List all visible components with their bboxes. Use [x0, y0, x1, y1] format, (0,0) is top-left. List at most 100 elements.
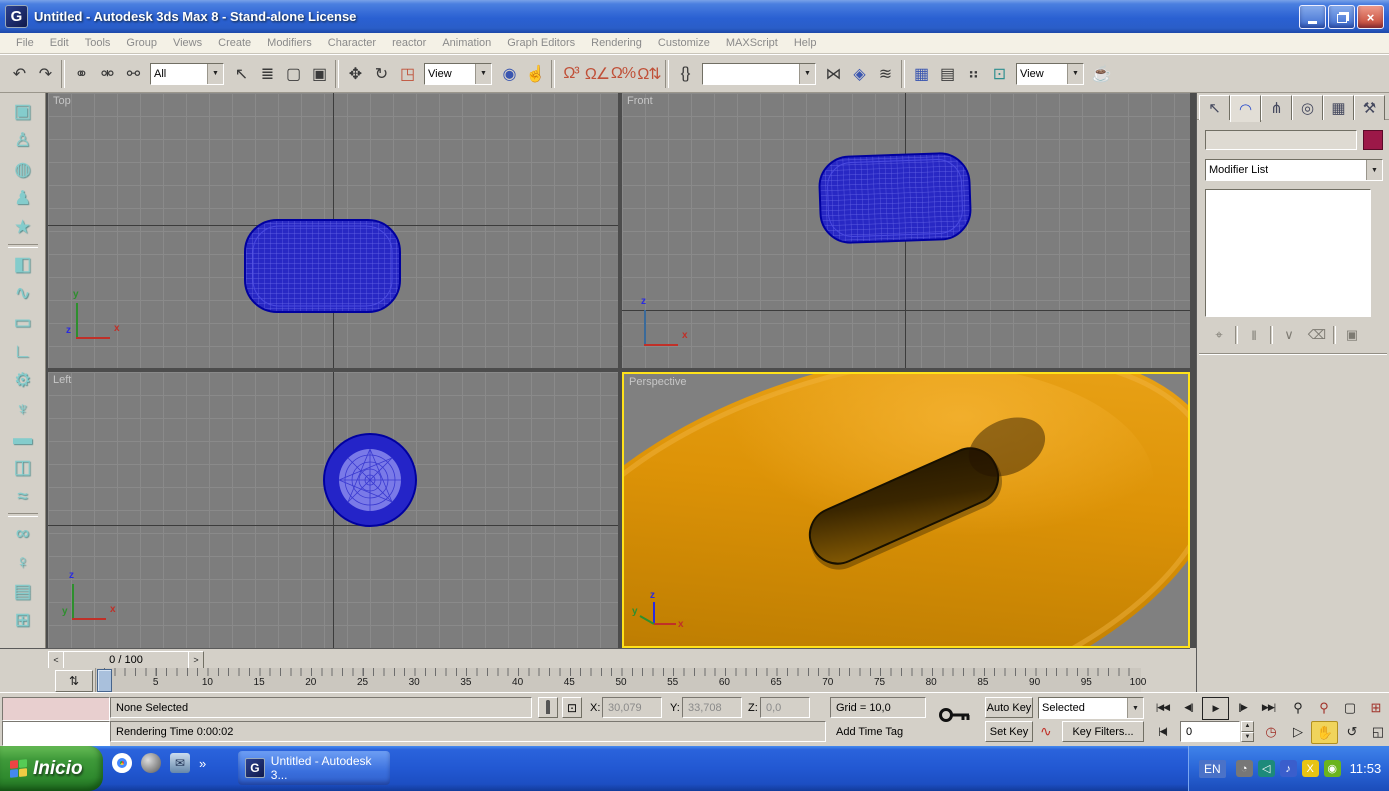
- quick-launch-more-chevron[interactable]: »: [199, 756, 206, 771]
- object-name-field[interactable]: [1205, 130, 1357, 150]
- frame-spinner[interactable]: ▲ ▼: [1241, 721, 1254, 742]
- reactor-ragdoll-icon[interactable]: ♀: [6, 548, 40, 577]
- spinner-snap-toggle-icon[interactable]: Ω⇅: [636, 59, 662, 89]
- menu-maxscript[interactable]: MAXScript: [718, 35, 786, 51]
- play-animation-icon[interactable]: ▶: [1202, 697, 1229, 720]
- mini-curve-editor-button[interactable]: ⇅: [55, 670, 93, 692]
- reactor-spring-icon[interactable]: ∿: [6, 279, 40, 308]
- selection-filter-combo[interactable]: All ▼: [150, 62, 224, 85]
- menu-character[interactable]: Character: [320, 35, 384, 51]
- reactor-wall-icon[interactable]: ▤: [6, 577, 40, 606]
- reactor-cloth-collection-icon[interactable]: ♙: [6, 126, 40, 155]
- zoom-extents-all-icon[interactable]: ⊞: [1363, 697, 1388, 718]
- reactor-water-icon[interactable]: ≈: [6, 482, 40, 511]
- modifier-list-arrow-icon[interactable]: ▼: [1366, 160, 1382, 180]
- angle-snap-toggle-icon[interactable]: Ω∠: [584, 59, 610, 89]
- x-coord-field[interactable]: 30,079: [602, 697, 662, 718]
- tab-create[interactable]: ↖: [1199, 95, 1230, 120]
- redo-icon[interactable]: ↷: [32, 59, 58, 89]
- next-frame-icon[interactable]: ||▶: [1230, 697, 1255, 718]
- pan-view-icon[interactable]: ✋: [1311, 721, 1338, 744]
- menu-modifiers[interactable]: Modifiers: [259, 35, 320, 51]
- viewport-left[interactable]: Left z y x: [48, 372, 618, 648]
- go-to-start-icon[interactable]: |◀◀: [1150, 697, 1175, 718]
- mirror-icon[interactable]: ⋈: [820, 59, 846, 89]
- material-editor-icon[interactable]: ⠶: [960, 59, 986, 89]
- select-by-name-icon[interactable]: ≣: [254, 59, 280, 89]
- key-set-combo[interactable]: Selected ▼: [1038, 697, 1144, 719]
- percent-snap-toggle-icon[interactable]: Ω%: [610, 59, 636, 89]
- schematic-view-icon[interactable]: ▤: [934, 59, 960, 89]
- tray-xgi-icon[interactable]: X: [1301, 760, 1319, 777]
- align-icon[interactable]: ◈: [846, 59, 872, 89]
- window-crossing-toggle-icon[interactable]: ▣: [306, 59, 332, 89]
- select-and-rotate-icon[interactable]: ↻: [368, 59, 394, 89]
- use-pivot-point-center-icon[interactable]: ◉: [496, 59, 522, 89]
- keyboard-shortcut-override-icon[interactable]: {}: [672, 59, 698, 89]
- auto-key-button[interactable]: Auto Key: [985, 697, 1033, 718]
- language-indicator[interactable]: EN: [1199, 759, 1226, 778]
- zoom-icon[interactable]: ⚲: [1285, 697, 1310, 718]
- tray-gauge-icon[interactable]: ◔: [1235, 760, 1253, 777]
- remove-modifier-icon[interactable]: ⌫: [1305, 325, 1329, 345]
- reactor-motor-icon[interactable]: ⚙: [6, 366, 40, 395]
- zoom-extents-icon[interactable]: ▢: [1337, 697, 1362, 718]
- snaps-toggle-icon[interactable]: Ω³: [558, 59, 584, 89]
- modifier-list-combo[interactable]: Modifier List ▼: [1205, 159, 1383, 181]
- reactor-rope-collection-icon[interactable]: ♟: [6, 184, 40, 213]
- wireframe-object-front[interactable]: [622, 93, 1190, 368]
- maxscript-mini-listener[interactable]: [2, 721, 110, 746]
- track-bar-handle[interactable]: [97, 669, 112, 692]
- menu-graph-editors[interactable]: Graph Editors: [499, 35, 583, 51]
- show-end-result-icon[interactable]: ‖: [1242, 325, 1266, 345]
- maxscript-mini-listener-macro[interactable]: [2, 697, 110, 721]
- media-player-icon[interactable]: [141, 753, 161, 773]
- taskbar-task-3dsmax[interactable]: G Untitled - Autodesk 3...: [238, 751, 390, 785]
- layer-manager-icon[interactable]: ≋: [872, 59, 898, 89]
- reactor-hinge-icon[interactable]: ∟: [6, 337, 40, 366]
- reactor-rigid-body-collection-icon[interactable]: ▣: [6, 97, 40, 126]
- menu-create[interactable]: Create: [210, 35, 259, 51]
- current-frame-field[interactable]: 0: [1180, 721, 1240, 742]
- menu-group[interactable]: Group: [118, 35, 165, 51]
- title-bar[interactable]: G Untitled - Autodesk 3ds Max 8 - Stand-…: [0, 0, 1389, 33]
- reactor-plane-icon[interactable]: ◧: [6, 250, 40, 279]
- menu-rendering[interactable]: Rendering: [583, 35, 650, 51]
- time-configuration-button[interactable]: ◷: [1258, 721, 1283, 742]
- wireframe-object-left[interactable]: [48, 372, 618, 648]
- reactor-constraint-icon[interactable]: ⊞: [6, 606, 40, 635]
- viewport-top[interactable]: Top y z x: [48, 93, 618, 368]
- set-key-button[interactable]: Set Key: [985, 721, 1033, 742]
- chrome-icon[interactable]: [112, 753, 132, 773]
- viewport-front[interactable]: Front z x: [622, 93, 1190, 368]
- tab-hierarchy[interactable]: ⋔: [1261, 95, 1292, 120]
- curve-editor-icon[interactable]: ▦: [908, 59, 934, 89]
- reactor-rope-knot-icon[interactable]: ∞: [6, 519, 40, 548]
- track-bar-ruler[interactable]: 0510152025303540455055606570758085909510…: [95, 668, 1146, 692]
- key-set-arrow-icon[interactable]: ▼: [1127, 698, 1143, 718]
- minimize-button[interactable]: [1299, 5, 1326, 29]
- tab-modify[interactable]: ◠: [1230, 95, 1261, 122]
- tab-motion[interactable]: ◎: [1292, 95, 1323, 120]
- y-coord-field[interactable]: 33,708: [682, 697, 742, 718]
- menu-reactor[interactable]: reactor: [384, 35, 434, 51]
- arc-rotate-icon[interactable]: ↺: [1339, 721, 1364, 742]
- unlink-selection-icon[interactable]: ⚮: [94, 59, 120, 89]
- render-type-combo[interactable]: View ▼: [1016, 62, 1084, 85]
- select-and-scale-icon[interactable]: ◳: [394, 59, 420, 89]
- object-color-swatch[interactable]: [1363, 130, 1383, 150]
- time-slider[interactable]: 0 / 100: [63, 651, 189, 669]
- restore-button[interactable]: [1328, 5, 1355, 29]
- maximize-viewport-toggle-icon[interactable]: ◱: [1365, 721, 1389, 742]
- menu-file[interactable]: File: [8, 35, 42, 51]
- add-time-tag[interactable]: Add Time Tag: [836, 721, 903, 742]
- shaded-mouse-object[interactable]: z x y: [624, 374, 1188, 646]
- menu-views[interactable]: Views: [165, 35, 210, 51]
- menu-edit[interactable]: Edit: [42, 35, 77, 51]
- close-button[interactable]: ×: [1357, 5, 1384, 29]
- bind-to-space-warp-icon[interactable]: ⚯: [120, 59, 146, 89]
- select-and-manipulate-icon[interactable]: ☝: [522, 59, 548, 89]
- spinner-up-icon[interactable]: ▲: [1241, 721, 1254, 732]
- reference-coordinate-system-combo-arrow-icon[interactable]: ▼: [475, 63, 491, 84]
- previous-frame-icon[interactable]: ◀||: [1176, 697, 1201, 718]
